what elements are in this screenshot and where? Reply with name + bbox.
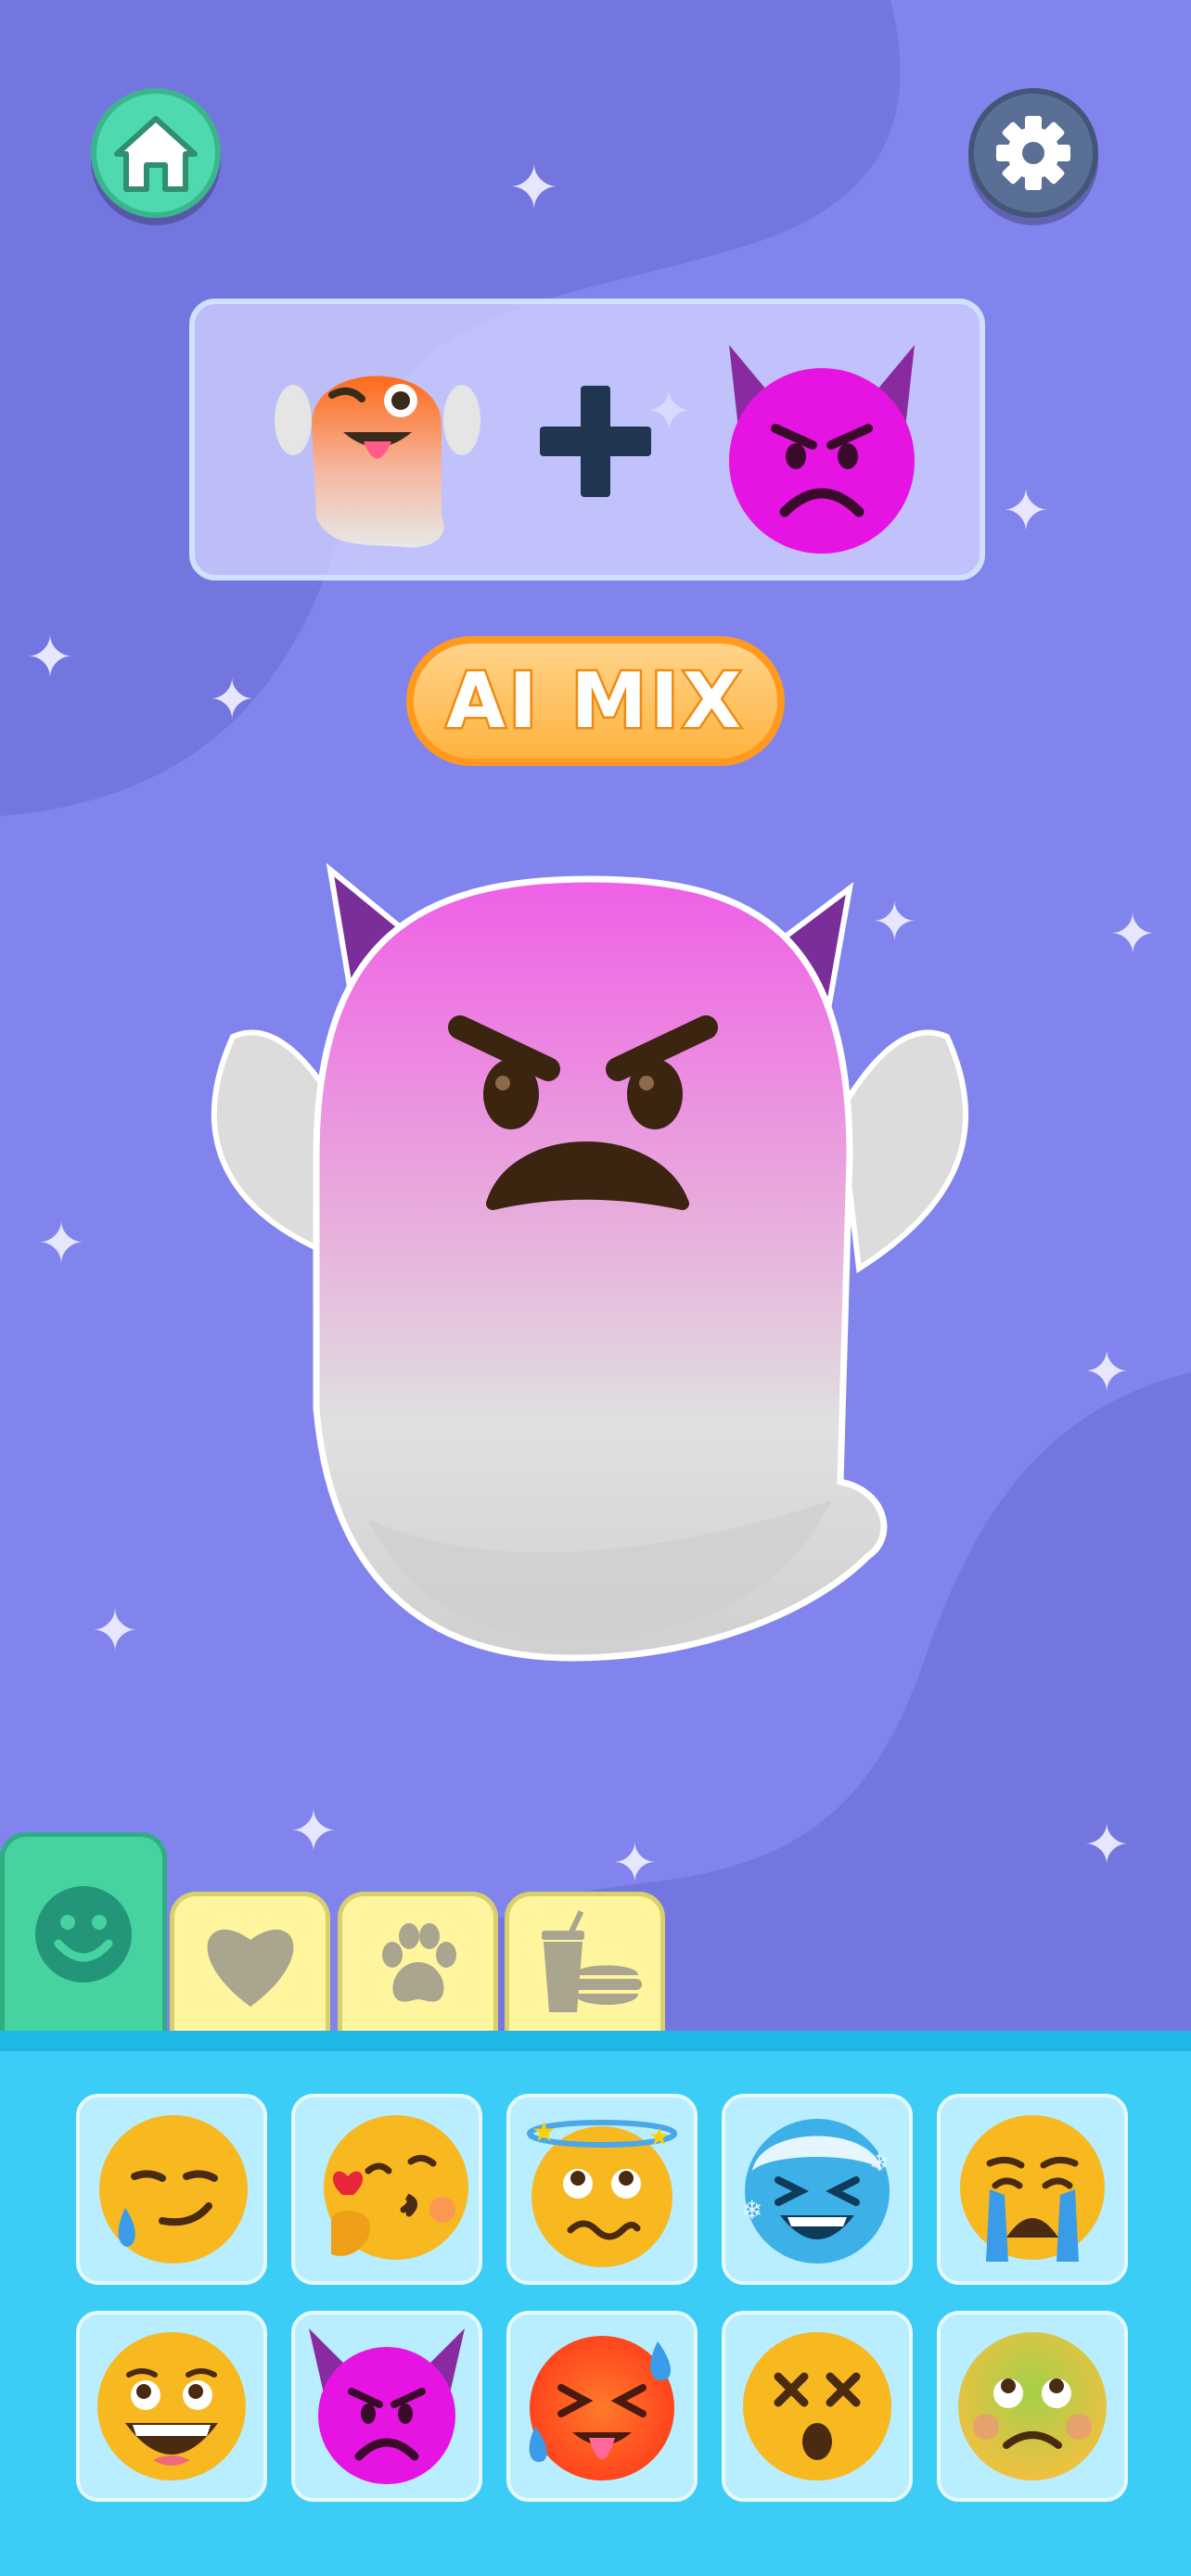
sparkle-icon: ✦ — [1109, 902, 1157, 967]
dizzy-x-eyes-emoji — [743, 2332, 891, 2480]
ai-mix-label: AI MIX — [444, 655, 745, 747]
sparkle-icon: ✦ — [26, 623, 74, 691]
sparkle-icon: ✦ — [508, 152, 560, 223]
emoji-cell[interactable] — [506, 2311, 698, 2502]
settings-button[interactable] — [968, 88, 1098, 218]
crying-emoji — [960, 2115, 1105, 2262]
emoji-cell[interactable]: ❄ ❄ — [722, 2094, 913, 2285]
emoji-cell[interactable] — [291, 2311, 482, 2502]
sparkle-icon: ✦ — [91, 1597, 139, 1664]
hot-sweat-tongue-emoji — [529, 2336, 674, 2480]
sparkle-icon: ✦ — [1083, 1813, 1131, 1878]
angry-devil-ghost-emoji — [211, 862, 969, 1662]
home-button[interactable] — [91, 88, 221, 218]
heart-kiss-emoji — [324, 2115, 468, 2260]
heart-icon — [207, 1929, 293, 2007]
emoji-cell[interactable] — [76, 2311, 267, 2502]
emoji-cell[interactable] — [76, 2094, 267, 2285]
emoji-panel-edge — [0, 2031, 1191, 2051]
sparkle-icon: ✦ — [1002, 477, 1050, 544]
svg-text:★: ★ — [648, 2123, 670, 2151]
frozen-laugh-emoji: ❄ ❄ — [741, 2119, 890, 2264]
svg-text:★: ★ — [531, 2116, 557, 2149]
happy-tears-emoji — [97, 2332, 246, 2480]
sparkle-icon: ✦ — [37, 1209, 85, 1277]
gear-icon — [996, 116, 1070, 190]
plus-icon — [540, 386, 651, 497]
sparkle-icon: ✦ — [612, 1831, 658, 1894]
combination-box — [189, 299, 985, 580]
smirk-tear-emoji — [99, 2115, 248, 2264]
svg-text:❄: ❄ — [869, 2149, 890, 2177]
smiley-icon — [35, 1885, 132, 1983]
angry-devil-emoji — [309, 2328, 465, 2484]
tab-hearts[interactable] — [170, 1892, 330, 2031]
sparkle-icon: ✦ — [289, 1797, 338, 1865]
tab-food[interactable] — [505, 1892, 665, 2031]
ai-mix-button[interactable]: AI MIX — [406, 636, 785, 766]
tab-animals[interactable] — [338, 1892, 498, 2031]
winking-ghost-emoji[interactable] — [265, 341, 488, 555]
emoji-cell[interactable] — [937, 2094, 1128, 2285]
emoji-cell[interactable] — [722, 2311, 913, 2502]
tab-smileys[interactable] — [0, 1832, 167, 2031]
paw-icon — [381, 1922, 456, 2002]
home-icon — [114, 116, 198, 192]
food-icon — [541, 1909, 642, 2012]
nauseated-emoji — [958, 2332, 1107, 2480]
angry-devil-emoji[interactable] — [711, 336, 933, 558]
dizzy-halo-emoji: ★ ★ — [527, 2116, 677, 2267]
svg-text:❄: ❄ — [741, 2195, 762, 2225]
emoji-cell[interactable] — [937, 2311, 1128, 2502]
emoji-cell[interactable]: ★ ★ — [506, 2094, 698, 2285]
emoji-cell[interactable] — [291, 2094, 482, 2285]
sparkle-icon: ✦ — [1083, 1340, 1131, 1405]
sparkle-icon: ✦ — [209, 668, 256, 733]
